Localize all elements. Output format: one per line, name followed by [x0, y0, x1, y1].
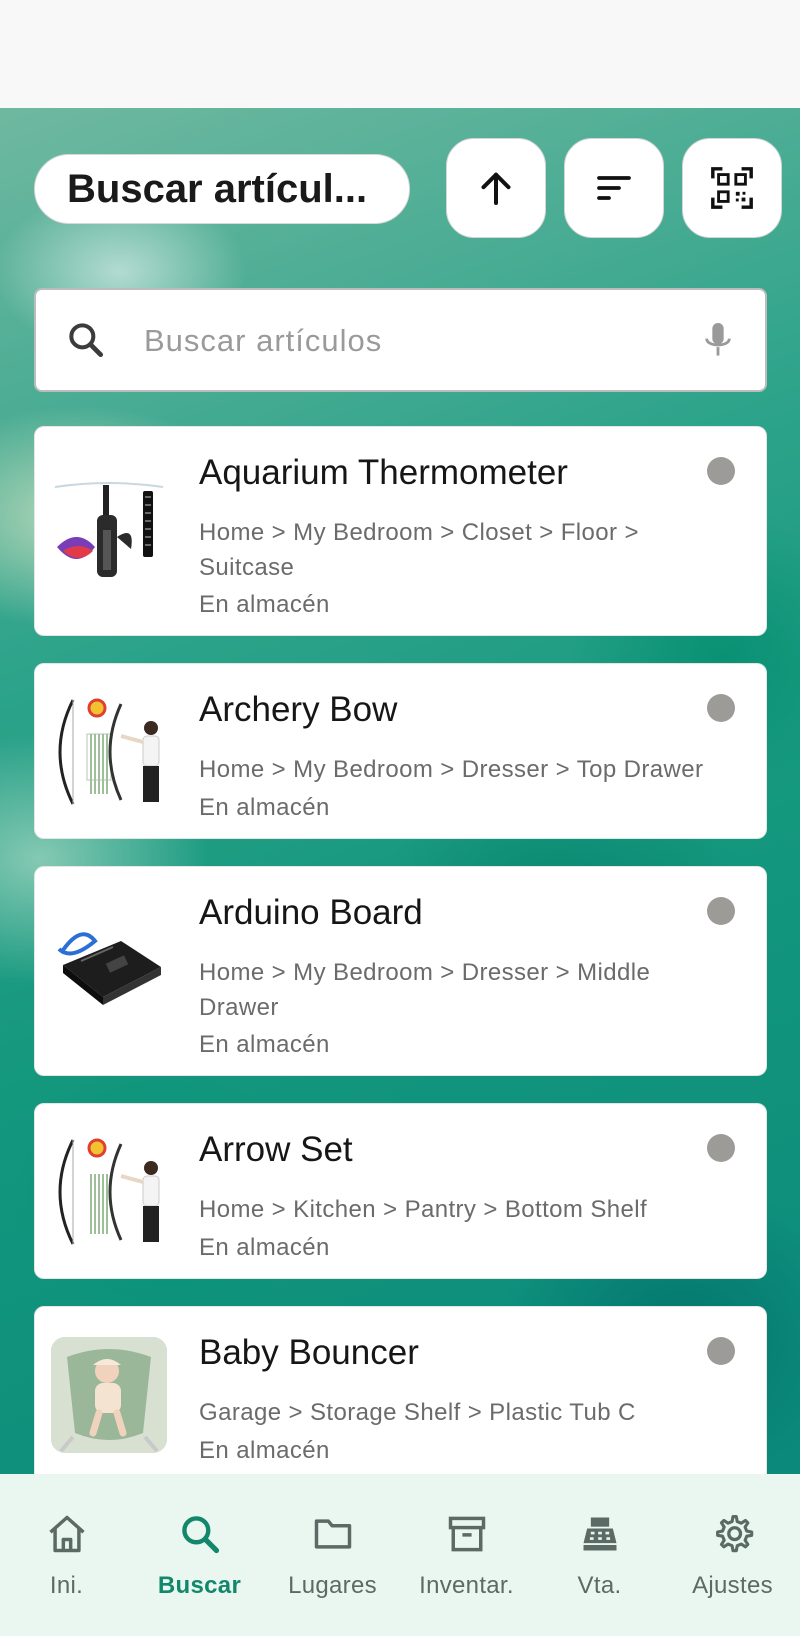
status-indicator-dot — [707, 1134, 735, 1162]
nav-label-home: Ini. — [49, 1572, 84, 1599]
item-name: Archery Bow — [199, 690, 398, 729]
search-bar[interactable] — [34, 288, 767, 392]
item-status: En almacén — [199, 1031, 330, 1058]
sort-options-button[interactable] — [564, 138, 664, 238]
archive-icon — [448, 1516, 485, 1552]
item-location-path: Home > Kitchen > Pantry > Bottom Shelf — [199, 1196, 648, 1223]
item-name: Arrow Set — [199, 1130, 353, 1169]
nav-label-search: Buscar — [157, 1572, 242, 1599]
qr-code-icon — [711, 167, 753, 209]
nav-item-settings[interactable]: Ajustes — [666, 1474, 799, 1636]
item-status: En almacén — [199, 1437, 330, 1464]
qr-scan-button[interactable] — [682, 138, 782, 238]
nav-item-sales[interactable]: Vta. — [533, 1474, 666, 1636]
arrow-up-icon — [481, 172, 511, 205]
sort-icon — [597, 176, 631, 200]
nav-label-places: Lugares — [288, 1572, 377, 1599]
item-name: Aquarium Thermometer — [199, 453, 568, 492]
nav-label-sales: Vta. — [577, 1572, 622, 1599]
nav-item-places[interactable]: Lugares — [266, 1474, 399, 1636]
nav-label-inventory: Inventar. — [419, 1572, 514, 1599]
microphone-icon[interactable] — [701, 320, 735, 360]
search-input[interactable] — [142, 312, 686, 370]
item-location-path: Home > My Bedroom > Closet > Floor > Sui… — [199, 519, 639, 581]
status-indicator-dot — [707, 1337, 735, 1365]
item-location-path: Home > My Bedroom > Dresser > Top Drawer — [199, 756, 704, 783]
page-title: Buscar artícul... — [34, 154, 410, 224]
home-icon — [48, 1515, 85, 1553]
item-thumbnail — [51, 694, 167, 810]
settings-gear-icon — [715, 1515, 753, 1553]
status-indicator-dot — [707, 694, 735, 722]
folder-icon — [314, 1519, 351, 1549]
item-location-path: Garage > Storage Shelf > Plastic Tub C — [199, 1399, 636, 1426]
item-status: En almacén — [199, 591, 330, 618]
item-location-path: Home > My Bedroom > Dresser > Middle Dra… — [199, 959, 651, 1021]
list-item[interactable]: Aquarium Thermometer Home > My Bedroom >… — [34, 426, 767, 636]
nav-item-search[interactable]: Buscar — [133, 1474, 266, 1636]
sort-direction-button[interactable] — [446, 138, 546, 238]
nav-label-settings: Ajustes — [692, 1572, 773, 1599]
search-icon — [69, 323, 104, 358]
top-app-bar: Buscar artícul... — [0, 138, 800, 238]
status-indicator-dot — [707, 897, 735, 925]
search-icon — [181, 1516, 219, 1554]
item-name: Baby Bouncer — [199, 1333, 419, 1372]
item-thumbnail — [51, 1337, 167, 1453]
status-bar-area — [0, 0, 800, 108]
item-thumbnail — [51, 1134, 167, 1250]
item-thumbnail — [51, 913, 167, 1029]
nav-item-inventory[interactable]: Inventar. — [400, 1474, 533, 1636]
list-item[interactable]: Arrow Set Home > Kitchen > Pantry > Bott… — [34, 1103, 767, 1279]
list-item[interactable]: Arduino Board Home > My Bedroom > Dresse… — [34, 866, 767, 1076]
item-thumbnail — [51, 475, 167, 591]
item-status: En almacén — [199, 1234, 330, 1261]
item-name: Arduino Board — [199, 893, 423, 932]
list-item[interactable]: Archery Bow Home > My Bedroom > Dresser … — [34, 663, 767, 839]
status-indicator-dot — [707, 457, 735, 485]
nav-item-home[interactable]: Ini. — [0, 1474, 133, 1636]
bottom-navigation: Ini. Buscar Lugares Inventar. Vta. Ajust… — [0, 1474, 800, 1636]
cash-register-icon — [583, 1517, 616, 1551]
item-status: En almacén — [199, 794, 330, 821]
list-item[interactable]: Baby Bouncer Garage > Storage Shelf > Pl… — [34, 1306, 767, 1496]
